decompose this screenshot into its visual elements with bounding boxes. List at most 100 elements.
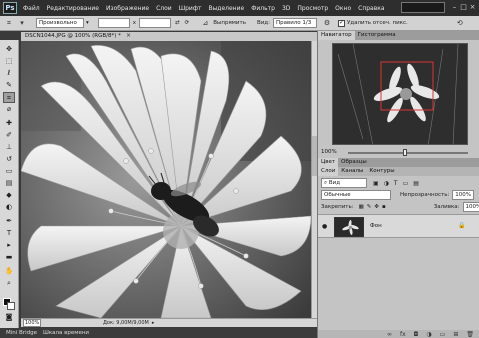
navigator-zoom-slider[interactable] — [348, 149, 468, 156]
menu-bar: Ps Файл Редактирование Изображение Слои … — [0, 0, 479, 16]
menu-3d[interactable]: 3D — [282, 5, 290, 12]
new-group-icon[interactable]: ▭ — [440, 331, 446, 338]
clear-icon[interactable]: ⟳ — [185, 20, 190, 26]
close-window-icon[interactable]: × — [469, 3, 476, 11]
tab-timeline[interactable]: Шкала времени — [43, 330, 89, 336]
menu-edit[interactable]: Редактирование — [47, 5, 99, 12]
right-panels: Навигатор Гистограмма 100% Цвет Образцы … — [317, 31, 479, 338]
trash-icon[interactable]: 🗑 — [466, 331, 474, 338]
layers-tabs: Слои Каналы Контуры — [318, 167, 479, 176]
eye-icon[interactable]: ● — [322, 223, 327, 230]
fill-label: Заливка: — [433, 204, 460, 210]
filter-image-icon[interactable]: ▣ — [373, 180, 379, 187]
menu-layers[interactable]: Слои — [156, 5, 172, 12]
document-tab[interactable]: DSCN1044.JPG @ 100% (RGB/8*) * × — [21, 32, 321, 41]
navigator-preview[interactable] — [332, 43, 468, 145]
filter-type-icon[interactable]: T — [394, 180, 398, 187]
tab-paths[interactable]: Контуры — [366, 167, 397, 176]
menu-help[interactable]: Справка — [358, 5, 384, 12]
opacity-field[interactable]: 100% — [452, 190, 475, 200]
overlay-view-select[interactable]: Правило 1/3 — [272, 18, 317, 28]
dodge-tool-icon[interactable]: ◐ — [3, 202, 15, 213]
blend-mode-select[interactable]: Обычные — [321, 190, 391, 200]
tab-layers[interactable]: Слои — [318, 167, 339, 176]
crop-ratio-select[interactable]: Произвольно — [36, 18, 84, 28]
menu-image[interactable]: Изображение — [106, 5, 149, 12]
status-arrow-icon[interactable]: ▸ — [152, 320, 155, 326]
filter-shape-icon[interactable]: ▭ — [403, 180, 409, 187]
lock-pixels-icon[interactable]: ▦ — [359, 204, 364, 210]
layer-thumbnail — [334, 217, 364, 237]
adjustment-layer-icon[interactable]: ◑ — [426, 331, 431, 338]
layer-background[interactable]: ● Фон 🔒 — [318, 214, 479, 238]
maximize-icon[interactable]: □ — [460, 3, 467, 11]
delete-cropped-checkbox[interactable] — [337, 19, 345, 27]
document-info[interactable]: Док: 9,00M/9,00M — [103, 320, 149, 326]
tab-channels[interactable]: Каналы — [338, 167, 366, 176]
clone-stamp-tool-icon[interactable]: ⊥ — [3, 142, 15, 153]
mask-icon[interactable]: ◘ — [414, 331, 419, 338]
type-tool-icon[interactable]: T — [3, 228, 15, 239]
menu-select[interactable]: Выделение — [208, 5, 244, 12]
tab-color[interactable]: Цвет — [318, 158, 339, 167]
lock-label: Закрепить: — [321, 204, 354, 210]
document-canvas[interactable] — [21, 41, 311, 318]
quick-select-tool-icon[interactable]: ✎ — [3, 80, 15, 91]
menu-window[interactable]: Окно — [335, 5, 351, 12]
undo-icon[interactable]: ⟲ — [455, 18, 465, 28]
tool-preset-dropdown-icon[interactable]: ▾ — [17, 18, 27, 28]
menu-type[interactable]: Шрифт — [179, 5, 202, 12]
tab-navigator[interactable]: Навигатор — [318, 31, 355, 40]
bottom-panel-tabs: Mini Bridge Шкала времени — [0, 328, 317, 338]
width-input[interactable] — [97, 18, 130, 28]
menu-view[interactable]: Просмотр — [297, 5, 328, 12]
eraser-tool-icon[interactable]: ▭ — [3, 166, 15, 177]
eyedropper-tool-icon[interactable]: ⌀ — [3, 104, 15, 115]
filter-adjustment-icon[interactable]: ◑ — [384, 180, 389, 187]
workspace-switcher[interactable] — [401, 2, 445, 13]
gear-icon[interactable]: ⚙ — [322, 18, 332, 28]
straighten-button[interactable]: Выпрямить — [213, 20, 246, 26]
background-color-swatch[interactable] — [7, 302, 15, 310]
menu-file[interactable]: Файл — [23, 5, 40, 12]
move-tool-icon[interactable]: ✥ — [3, 44, 15, 55]
navigator-zoom[interactable]: 100% — [321, 149, 337, 155]
straighten-icon[interactable]: ⊿ — [200, 18, 210, 28]
tab-swatches[interactable]: Образцы — [338, 158, 370, 167]
path-selection-tool-icon[interactable]: ▸ — [3, 240, 15, 251]
shape-tool-icon[interactable]: ▬ — [3, 252, 15, 263]
minimize-icon[interactable]: – — [451, 3, 458, 11]
blur-tool-icon[interactable]: ◆ — [3, 190, 15, 201]
zoom-tool-icon[interactable]: ⌕ — [3, 278, 15, 289]
hand-tool-icon[interactable]: ✋ — [3, 266, 15, 277]
lock-draw-icon[interactable]: ✎ — [367, 204, 372, 210]
lock-position-icon[interactable]: ✥ — [374, 204, 379, 210]
quick-mask-icon[interactable]: ◙ — [3, 312, 15, 323]
lock-all-icon[interactable]: ▪ — [382, 204, 386, 210]
tab-mini-bridge[interactable]: Mini Bridge — [6, 330, 37, 336]
brush-tool-icon[interactable]: ✐ — [3, 130, 15, 141]
toolbox: ✥ ⬚ ℓ ✎ ⌗ ⌀ ✚ ✐ ⊥ ↺ ▭ ▤ ◆ ◐ ✒ T ▸ ▬ ✋ ⌕ … — [0, 40, 19, 328]
pen-tool-icon[interactable]: ✒ — [3, 216, 15, 227]
ratio-dropdown-icon[interactable]: ▾ — [86, 20, 89, 26]
history-brush-tool-icon[interactable]: ↺ — [3, 154, 15, 165]
fill-field[interactable]: 100% — [462, 202, 479, 212]
close-document-icon[interactable]: × — [126, 32, 131, 39]
crop-tool-icon[interactable]: ⌗ — [4, 18, 14, 28]
layer-kind-select[interactable]: ⌕ Вид — [321, 178, 367, 188]
gradient-tool-icon[interactable]: ▤ — [3, 178, 15, 189]
healing-brush-tool-icon[interactable]: ✚ — [3, 118, 15, 129]
fx-icon[interactable]: fx — [400, 331, 406, 338]
lasso-tool-icon[interactable]: ℓ — [3, 68, 15, 79]
crop-tool-icon[interactable]: ⌗ — [3, 92, 15, 103]
filter-smart-icon[interactable]: ▤ — [413, 180, 419, 187]
link-layers-icon[interactable]: ∞ — [387, 331, 392, 338]
height-input[interactable] — [139, 18, 172, 28]
marquee-tool-icon[interactable]: ⬚ — [3, 56, 15, 67]
tab-histogram[interactable]: Гистограмма — [355, 31, 399, 40]
zoom-field[interactable]: 100% — [23, 319, 41, 327]
new-layer-icon[interactable]: ⊞ — [453, 331, 458, 338]
menu-filter[interactable]: Фильтр — [251, 5, 275, 12]
swap-icon[interactable]: ⇄ — [175, 20, 180, 26]
navigator-slider-knob[interactable] — [403, 149, 407, 156]
